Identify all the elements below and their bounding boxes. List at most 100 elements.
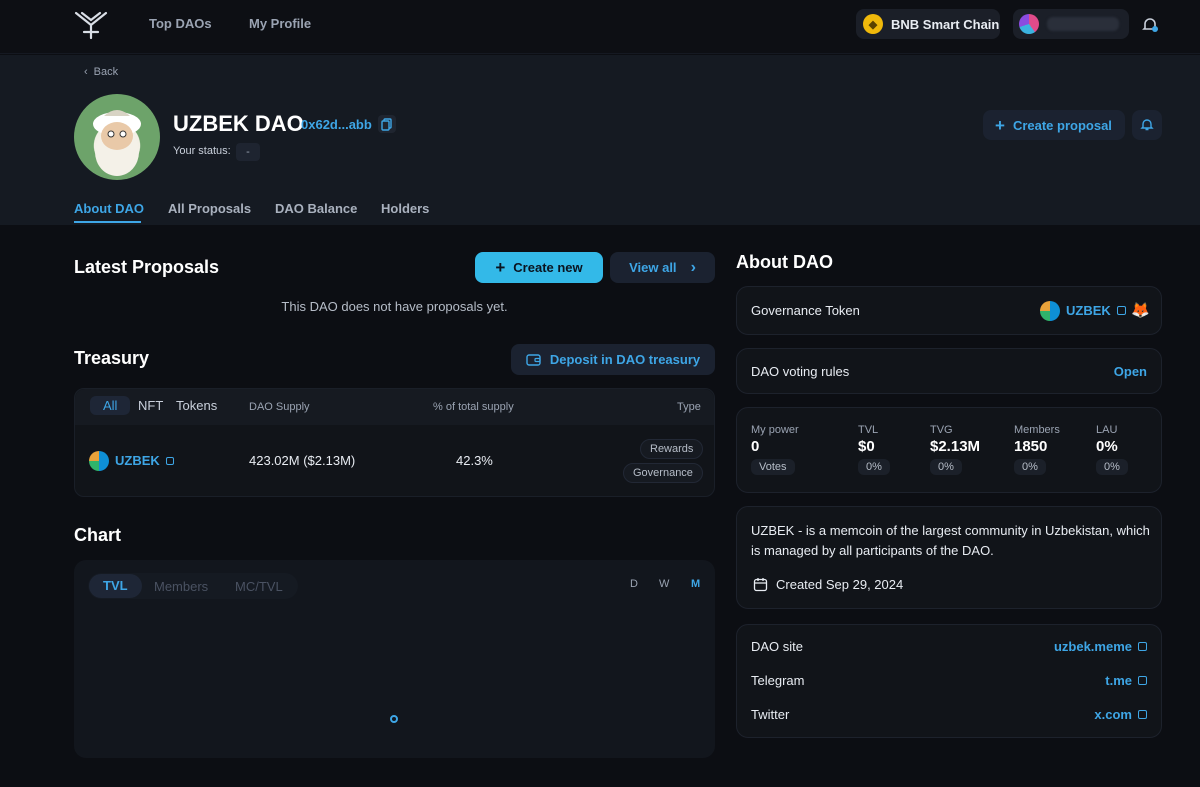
stat-label: My power <box>751 424 799 436</box>
view-all-button[interactable]: View all › <box>610 252 715 283</box>
tab-all-proposals[interactable]: All Proposals <box>168 201 251 216</box>
token-name: UZBEK <box>115 453 160 468</box>
telegram-value: t.me <box>1105 673 1132 688</box>
column-percent-supply: % of total supply <box>433 401 514 413</box>
twitter-link[interactable]: x.com <box>1094 707 1147 722</box>
deposit-treasury-button[interactable]: Deposit in DAO treasury <box>511 344 715 375</box>
chart-tab-members[interactable]: Members <box>154 579 208 594</box>
nav-my-profile[interactable]: My Profile <box>249 16 311 31</box>
treasury-table-header <box>75 389 714 425</box>
wallet-icon <box>526 353 541 366</box>
filter-tokens[interactable]: Tokens <box>176 398 217 413</box>
tab-holders[interactable]: Holders <box>381 201 429 216</box>
stat-label: Members <box>1014 424 1060 436</box>
governance-token-card: Governance Token UZBEK 🦊 <box>736 286 1162 335</box>
copy-icon[interactable] <box>378 115 396 133</box>
dao-links-card: DAO site uzbek.meme Telegram t.me Twitte… <box>736 624 1162 738</box>
create-proposal-button[interactable]: + Create proposal <box>983 110 1125 140</box>
dao-site-value: uzbek.meme <box>1053 639 1132 654</box>
wallet-button[interactable] <box>1013 9 1129 39</box>
range-day[interactable]: D <box>630 578 638 590</box>
type-badge-governance: Governance <box>623 463 703 483</box>
top-navbar: Top DAOs My Profile ◆ BNB Smart Chain <box>0 0 1200 54</box>
create-new-button[interactable]: + Create new <box>475 252 603 283</box>
chevron-left-icon: ‹ <box>84 66 88 78</box>
tab-dao-balance[interactable]: DAO Balance <box>275 201 357 216</box>
dao-address[interactable]: 0x62d...abb <box>301 117 372 132</box>
stat-label: TVG <box>930 424 953 436</box>
range-month[interactable]: M <box>691 578 700 590</box>
status-value: - <box>236 143 260 161</box>
filter-all[interactable]: All <box>90 396 131 415</box>
external-link-icon <box>1138 676 1147 685</box>
wallet-avatar-icon <box>1019 14 1039 34</box>
stat-badge: 0% <box>858 459 890 475</box>
chain-name: BNB Smart Chain <box>891 16 1000 32</box>
stat-badge: 0% <box>1096 459 1128 475</box>
external-link-icon <box>1138 710 1147 719</box>
chart-panel: TVL Members MC/TVL D W M <box>74 560 715 758</box>
created-date: Created Sep 29, 2024 <box>753 577 903 592</box>
dao-description-card: UZBEK - is a memcoin of the largest comm… <box>736 506 1162 609</box>
dao-stats-card: My power 0 Votes TVL $0 0% TVG $2.13M 0%… <box>736 407 1162 493</box>
status-label: Your status: <box>173 145 231 157</box>
stat-value: 1850 <box>1014 438 1048 455</box>
stat-value: $2.13M <box>930 438 981 455</box>
plus-icon: + <box>495 258 506 277</box>
nav-top-daos[interactable]: Top DAOs <box>149 16 212 31</box>
loading-spinner-icon <box>390 715 398 723</box>
subscribe-bell-button[interactable] <box>1132 110 1162 140</box>
voting-rules-card: DAO voting rules Open <box>736 348 1162 394</box>
chart-metric-tabs: TVL Members MC/TVL <box>88 573 298 599</box>
stat-my-power: My power 0 Votes <box>751 424 799 475</box>
stat-badge: Votes <box>751 459 795 475</box>
uzbek-token-icon <box>89 451 109 471</box>
deposit-label: Deposit in DAO treasury <box>549 352 701 367</box>
bell-icon <box>1140 119 1154 131</box>
range-week[interactable]: W <box>659 578 669 590</box>
active-tab-indicator <box>74 221 141 223</box>
filter-nft[interactable]: NFT <box>138 398 163 413</box>
dao-header <box>0 55 1200 225</box>
governance-token-link[interactable]: UZBEK <box>1066 303 1126 318</box>
dao-site-label: DAO site <box>751 639 804 654</box>
dao-site-link[interactable]: uzbek.meme <box>1054 639 1147 654</box>
dao-avatar <box>74 94 160 180</box>
view-all-label: View all <box>629 260 677 275</box>
back-link[interactable]: ‹ Back <box>84 66 118 78</box>
column-dao-supply: DAO Supply <box>249 401 310 413</box>
governance-token-label: Governance Token <box>751 303 860 318</box>
external-link-icon <box>1116 306 1126 315</box>
created-date-text: Created Sep 29, 2024 <box>776 577 904 592</box>
chart-tab-tvl[interactable]: TVL <box>89 574 142 598</box>
token-link[interactable]: UZBEK <box>115 453 174 468</box>
treasury-table: All NFT Tokens DAO Supply % of total sup… <box>74 388 715 497</box>
tab-about-dao[interactable]: About DAO <box>74 201 144 216</box>
chart-title: Chart <box>74 525 122 545</box>
treasury-title: Treasury <box>74 348 150 368</box>
stat-lau: LAU 0% 0% <box>1096 424 1128 475</box>
token-percent: 42.3% <box>456 453 493 468</box>
wallet-address-redacted <box>1047 17 1119 31</box>
dao-description: UZBEK - is a memcoin of the largest comm… <box>751 523 1150 558</box>
create-new-label: Create new <box>513 260 583 275</box>
app-logo-icon[interactable] <box>74 10 108 40</box>
plus-icon: + <box>995 115 1005 135</box>
stat-badge: 0% <box>1014 459 1046 475</box>
twitter-label: Twitter <box>751 707 790 722</box>
telegram-link[interactable]: t.me <box>1105 673 1147 688</box>
chart-tab-mc-tvl[interactable]: MC/TVL <box>235 579 283 594</box>
chain-selector-button[interactable]: ◆ BNB Smart Chain <box>856 9 1000 39</box>
metamask-fox-icon[interactable]: 🦊 <box>1131 301 1150 319</box>
notification-bell-icon[interactable] <box>1140 15 1160 35</box>
voting-rules-link[interactable]: Open <box>1114 364 1147 379</box>
latest-proposals-title: Latest Proposals <box>74 257 220 277</box>
dao-avatar-illustration-icon <box>93 110 141 176</box>
stat-value: 0 <box>751 438 760 455</box>
stat-label: TVL <box>858 424 879 436</box>
stat-tvg: TVG $2.13M 0% <box>930 424 980 475</box>
stat-value: 0% <box>1096 438 1118 455</box>
twitter-value: x.com <box>1094 707 1132 722</box>
stat-members: Members 1850 0% <box>1014 424 1060 475</box>
create-proposal-label: Create proposal <box>1012 117 1112 133</box>
